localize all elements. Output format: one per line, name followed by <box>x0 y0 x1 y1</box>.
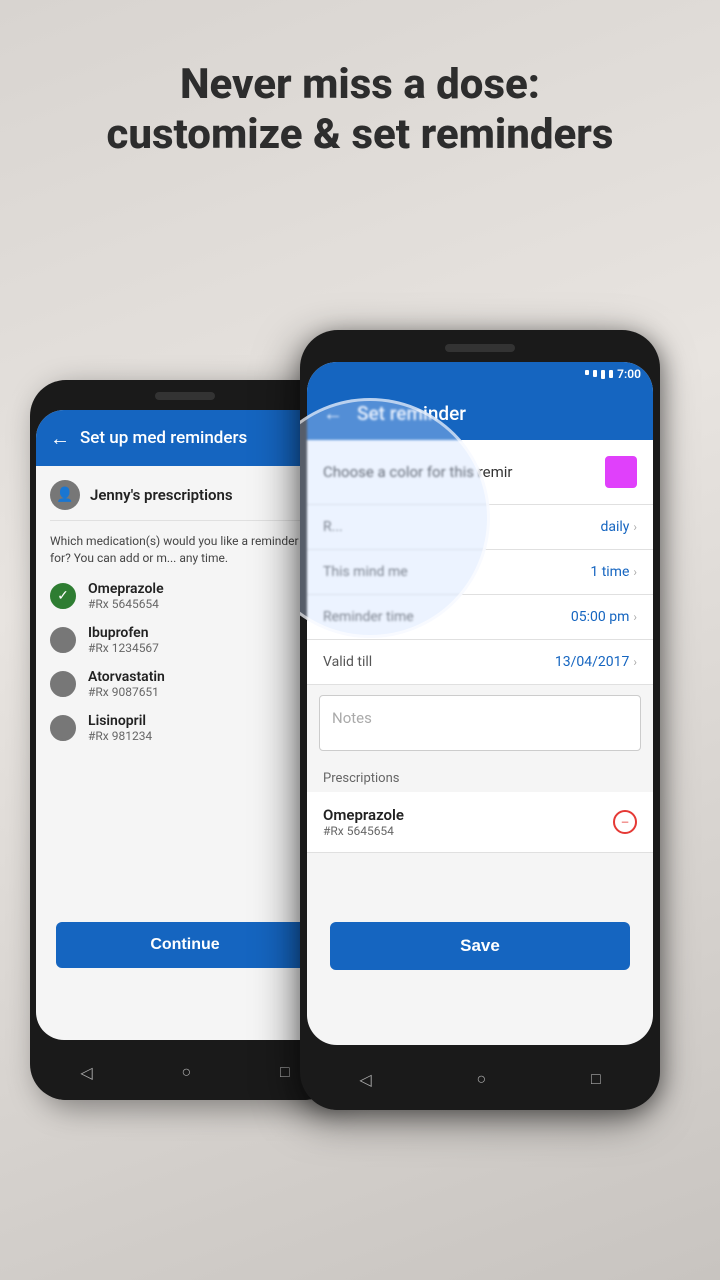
check-omeprazole[interactable]: ✓ <box>50 583 76 609</box>
chevron-repeat: › <box>633 520 637 534</box>
phone1-header-title: Set up med reminders <box>80 428 247 448</box>
jenny-section: 👤 Jenny's prescriptions <box>50 480 320 521</box>
presc-name-omeprazole: Omeprazole <box>323 806 404 824</box>
phone2-nav: ◁ ○ □ <box>307 1048 653 1110</box>
signal-bar-3 <box>601 370 605 379</box>
med-rx-ibuprofen: #Rx 1234567 <box>88 641 159 655</box>
phone1: ← Set up med reminders 👤 Jenny's prescri… <box>30 380 340 1100</box>
med-item-lisinopril[interactable]: Lisinopril #Rx 981234 <box>50 713 320 743</box>
phone2: 7:00 ← Set reminder Choose a color for t… <box>300 330 660 1110</box>
phone2-recents-nav[interactable]: □ <box>591 1069 601 1089</box>
med-name-ibuprofen: Ibuprofen <box>88 625 159 641</box>
back-nav-button[interactable]: ◁ <box>80 1063 92 1082</box>
headline-line1: Never miss a dose: <box>180 60 540 109</box>
med-rx-atorvastatin: #Rx 9087651 <box>88 685 165 699</box>
phone2-notch <box>445 344 515 352</box>
color-section: Choose a color for this remir <box>307 440 653 505</box>
chevron-mindme: › <box>633 565 637 579</box>
med-rx-lisinopril: #Rx 981234 <box>88 729 152 743</box>
chevron-valid: › <box>633 655 637 669</box>
med-item-ibuprofen[interactable]: Ibuprofen #Rx 1234567 <box>50 625 320 655</box>
prescriptions-label: Prescriptions <box>307 761 653 792</box>
phone1-content: 👤 Jenny's prescriptions Which medication… <box>36 466 334 970</box>
notes-placeholder: Notes <box>332 709 372 727</box>
presc-rx-omeprazole: #Rx 5645654 <box>323 824 404 838</box>
phone1-notch <box>155 392 215 400</box>
phone2-header: ← Set reminder <box>307 386 653 440</box>
med-name-atorvastatin: Atorvastatin <box>88 669 165 685</box>
med-item-omeprazole[interactable]: ✓ Omeprazole #Rx 5645654 <box>50 581 320 611</box>
phone2-home-nav[interactable]: ○ <box>476 1069 486 1089</box>
check-lisinopril[interactable] <box>50 715 76 741</box>
valid-value: 13/04/2017 › <box>555 654 637 670</box>
which-text: Which medication(s) would you like a rem… <box>50 533 320 567</box>
reminder-time-value: 05:00 pm › <box>571 609 637 625</box>
mindme-label: This mind me <box>323 564 408 580</box>
phone1-screen: ← Set up med reminders 👤 Jenny's prescri… <box>36 410 334 1040</box>
phone2-back-nav[interactable]: ◁ <box>359 1070 371 1089</box>
color-label: Choose a color for this remir <box>323 463 512 481</box>
color-swatch[interactable] <box>605 456 637 488</box>
med-rx-omeprazole: #Rx 5645654 <box>88 597 164 611</box>
mindme-value: 1 time › <box>590 564 637 580</box>
prescription-item-omeprazole: Omeprazole #Rx 5645654 − <box>307 792 653 853</box>
signal-bar-1 <box>585 370 589 375</box>
save-button[interactable]: Save <box>330 922 630 970</box>
chevron-time: › <box>633 610 637 624</box>
signal-bar-4 <box>609 370 613 378</box>
remove-prescription-button[interactable]: − <box>613 810 637 834</box>
phone2-back-arrow[interactable]: ← <box>323 401 343 426</box>
reminder-row-valid[interactable]: Valid till 13/04/2017 › <box>307 640 653 685</box>
check-atorvastatin[interactable] <box>50 671 76 697</box>
notes-field[interactable]: Notes <box>319 695 641 751</box>
continue-button[interactable]: Continue <box>56 922 314 968</box>
home-nav-button[interactable]: ○ <box>181 1062 191 1082</box>
reminder-row-time[interactable]: Reminder time 05:00 pm › <box>307 595 653 640</box>
phone2-header-title: Set reminder <box>357 402 466 425</box>
valid-label: Valid till <box>323 654 372 670</box>
check-ibuprofen[interactable] <box>50 627 76 653</box>
status-time: 7:00 <box>617 367 641 381</box>
signal-bar-2 <box>593 370 597 377</box>
phone1-nav: ◁ ○ □ <box>36 1044 334 1100</box>
med-name-lisinopril: Lisinopril <box>88 713 152 729</box>
phone1-footer: Continue <box>42 910 328 980</box>
reminder-row-mindme[interactable]: This mind me 1 time › <box>307 550 653 595</box>
phone2-content: Choose a color for this remir R... daily… <box>307 440 653 977</box>
med-name-omeprazole: Omeprazole <box>88 581 164 597</box>
phone2-footer: Save <box>314 912 646 980</box>
signal-icons <box>585 370 613 379</box>
back-arrow-icon[interactable]: ← <box>50 426 70 451</box>
reminder-row-repeat[interactable]: R... daily › <box>307 505 653 550</box>
phone2-screen: 7:00 ← Set reminder Choose a color for t… <box>307 362 653 1045</box>
phone1-header: ← Set up med reminders <box>36 410 334 466</box>
reminder-time-label: Reminder time <box>323 609 414 625</box>
headline-line2: customize & set reminders <box>107 110 614 159</box>
person-icon: 👤 <box>50 480 80 510</box>
recents-nav-button[interactable]: □ <box>280 1062 290 1082</box>
status-bar: 7:00 <box>307 362 653 386</box>
jenny-name: Jenny's prescriptions <box>90 486 233 504</box>
med-item-atorvastatin[interactable]: Atorvastatin #Rx 9087651 <box>50 669 320 699</box>
repeat-value: daily › <box>600 519 637 535</box>
headline: Never miss a dose: customize & set remin… <box>0 60 720 161</box>
repeat-label: R... <box>323 519 343 535</box>
